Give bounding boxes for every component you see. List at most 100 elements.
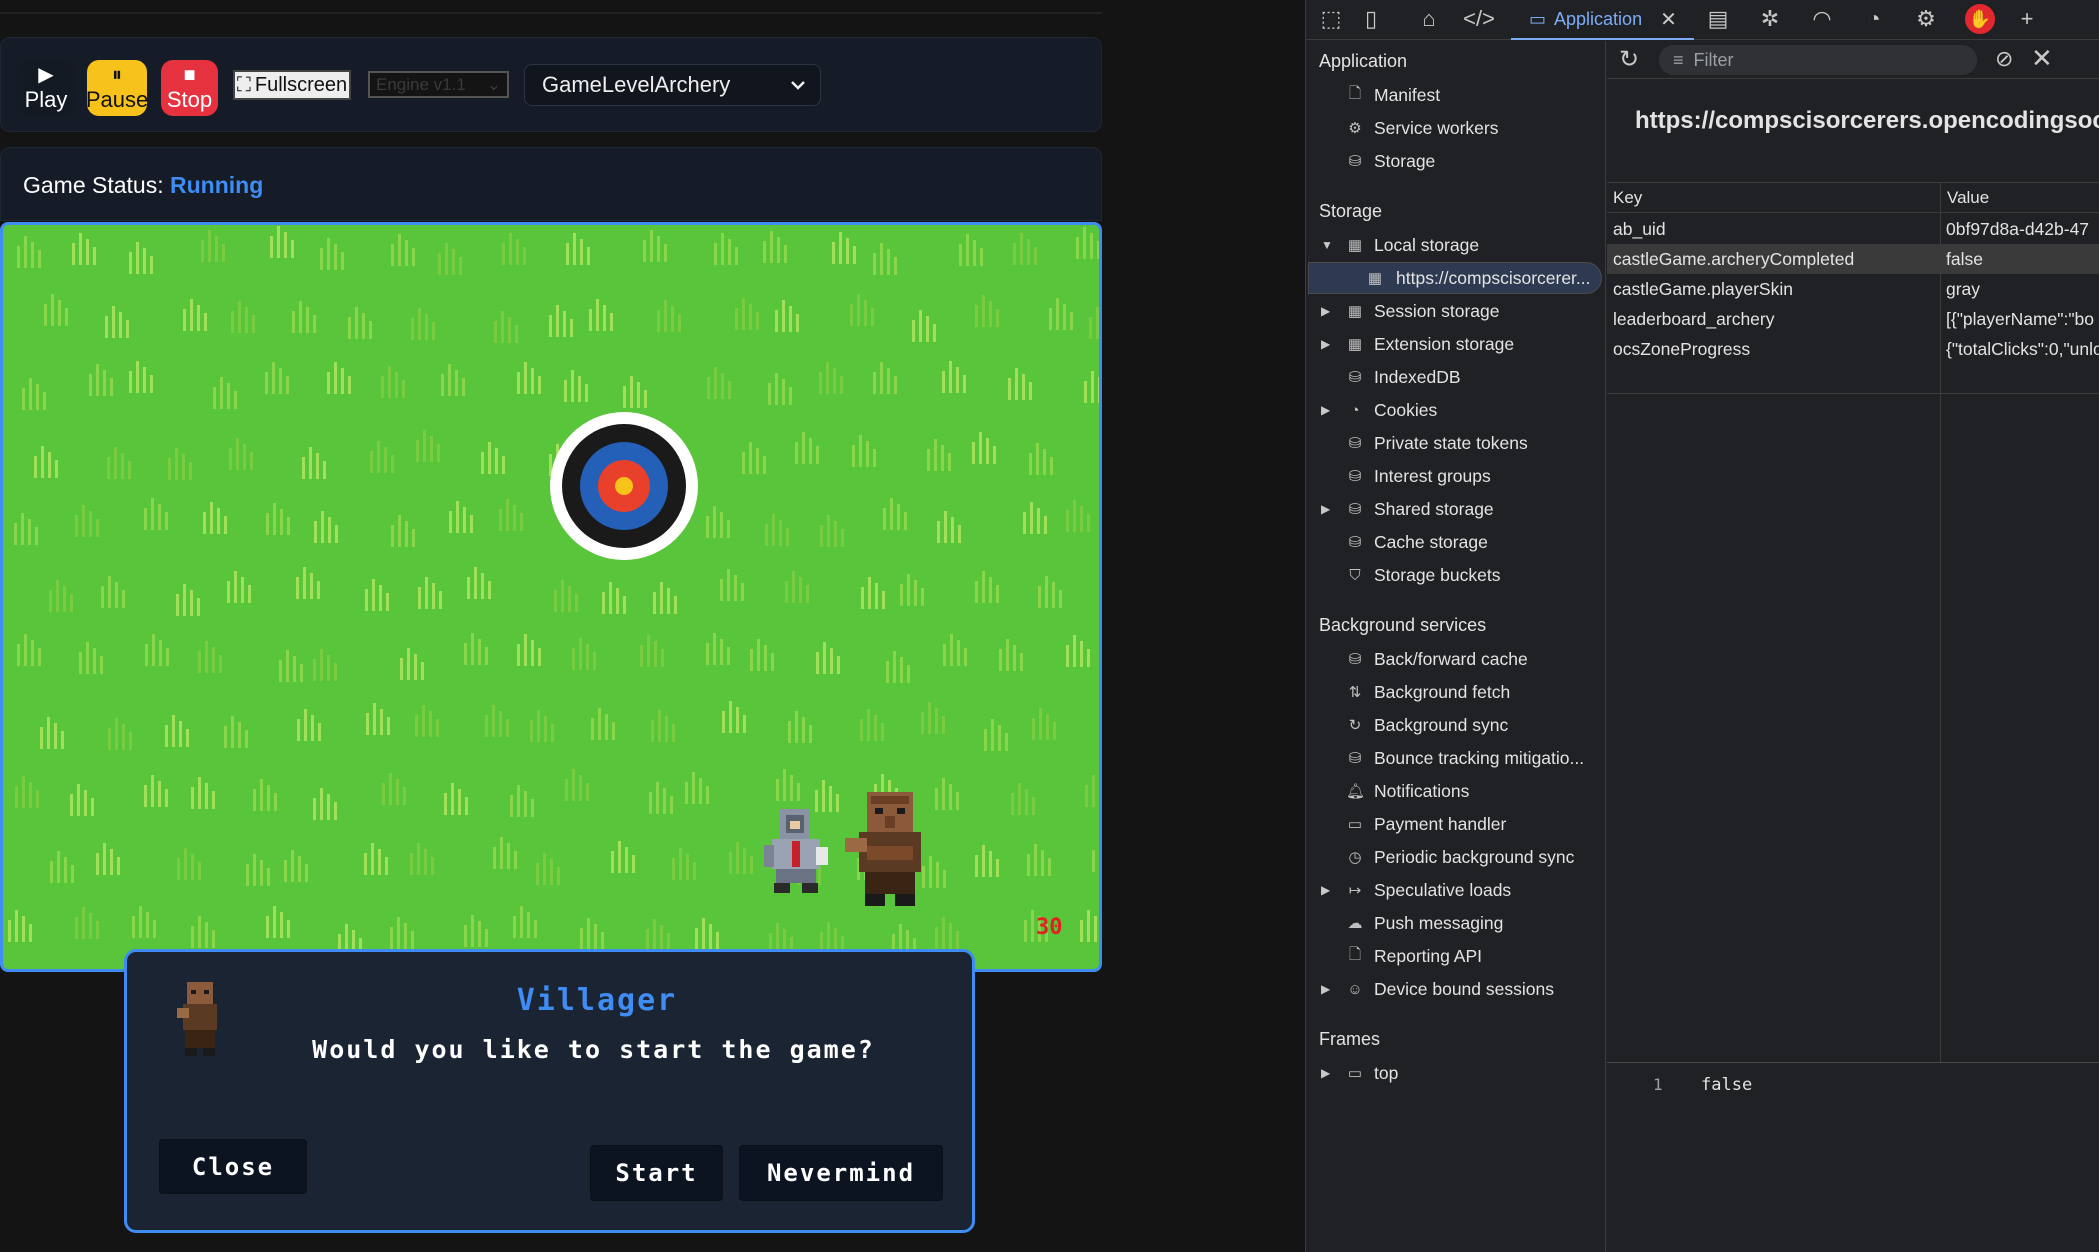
sidebar-item-storage[interactable]: ⛁ Storage (1306, 145, 1604, 177)
sidebar-item-session-storage[interactable]: ▶ ▦ Session storage (1306, 295, 1604, 327)
grass-blade (1030, 502, 1033, 534)
start-button[interactable]: Start (590, 1145, 723, 1201)
sidebar-item-indexeddb[interactable]: ⛁ IndexedDB (1306, 361, 1604, 393)
sidebar-item-payment-handler[interactable]: ▭ Payment handler (1306, 808, 1604, 840)
devtools-panel: ⬚ ▯ ⌂ </> ▭ Application ✕ ▤ ✲ ◠ ◔ ⚙ ✋ + … (1305, 0, 2099, 1252)
grass-blade (43, 392, 46, 410)
grass-blade (129, 371, 132, 393)
grass-blade (485, 647, 488, 665)
elements-icon[interactable]: </> (1463, 4, 1495, 34)
game-canvas[interactable]: 30 (0, 222, 1102, 972)
wifi-icon[interactable]: ◠ (1807, 4, 1837, 34)
chevron-right-icon[interactable]: ▶ (1321, 502, 1330, 516)
table-row[interactable]: ocsZoneProgress {"totalClicks":0,"unlo (1607, 334, 2099, 364)
grass-blade (1020, 233, 1023, 265)
grass-blade (317, 581, 320, 599)
chevron-right-icon[interactable]: ▶ (1321, 304, 1330, 318)
grass-blade (1037, 508, 1040, 534)
clear-all-icon[interactable]: ⊘ (1995, 46, 2013, 72)
chevron-right-icon[interactable]: ▶ (1321, 403, 1330, 417)
sidebar-item-periodic-background-sync[interactable]: ◷ Periodic background sync (1306, 841, 1604, 873)
grass-blade (481, 573, 484, 599)
sidebar-item-local-storage-origin[interactable]: ▦ https://compscisorcerer... (1308, 262, 1602, 294)
sidebar-item-speculative-loads[interactable]: ▶ ↦ Speculative loads (1306, 874, 1604, 906)
chevron-right-icon[interactable]: ▶ (1321, 883, 1330, 897)
villager-npc[interactable] (841, 790, 941, 910)
sidebar-item-interest-groups[interactable]: ⛁ Interest groups (1306, 460, 1604, 492)
performance-icon[interactable]: ◔ (1859, 4, 1889, 34)
stop-button[interactable]: ■ Stop (161, 60, 218, 116)
table-row-selected[interactable]: castleGame.archeryCompleted false (1607, 244, 2099, 274)
gear-icon[interactable]: ⚙ (1911, 4, 1941, 34)
sidebar-item-background-fetch[interactable]: ⇅ Background fetch (1306, 676, 1604, 708)
refresh-icon[interactable]: ↻ (1619, 45, 1639, 74)
level-select[interactable]: GameLevelArchery (524, 64, 821, 106)
stop-hand-icon[interactable]: ✋ (1965, 4, 1995, 34)
column-divider[interactable] (1940, 183, 1941, 1063)
grass-blade (93, 648, 96, 674)
grass-blade (449, 511, 452, 533)
grass-blade (1036, 443, 1039, 475)
sidebar-item-push-messaging[interactable]: ☁ Push messaging (1306, 907, 1604, 939)
sidebar-item-private-state-tokens[interactable]: ⛁ Private state tokens (1306, 427, 1604, 459)
grass-blade (565, 779, 568, 801)
close-button[interactable]: Close (159, 1139, 307, 1194)
grass-blade (1090, 233, 1093, 259)
close-icon[interactable]: ✕ (1660, 7, 1677, 32)
home-icon[interactable]: ⌂ (1414, 4, 1444, 34)
tab-application[interactable]: ▭ Application ✕ (1511, 0, 1694, 40)
grass-blade (775, 373, 778, 405)
chevron-down-icon[interactable]: ▼ (1321, 238, 1333, 252)
sidebar-item-manifest[interactable]: 🗋 Manifest (1306, 79, 1604, 111)
device-toolbar-icon[interactable]: ▯ (1356, 4, 1386, 34)
grass-blade (55, 460, 58, 478)
sidebar-item-notifications[interactable]: 🔔︎ Notifications (1306, 775, 1604, 807)
grass-blade (802, 717, 805, 743)
chevron-right-icon[interactable]: ▶ (1321, 982, 1330, 996)
grass-blade (982, 845, 985, 877)
sidebar-item-device-bound-sessions[interactable]: ▶ ☺ Device bound sessions (1306, 973, 1604, 1005)
table-row[interactable]: castleGame.playerSkin gray (1607, 274, 2099, 304)
sidebar-item-service-workers[interactable]: ⚙ Service workers (1306, 112, 1604, 144)
grass-blade (1020, 653, 1023, 671)
archery-target[interactable] (548, 410, 700, 562)
grass-blade (298, 856, 301, 882)
grass-blade (586, 644, 589, 670)
chevron-right-icon[interactable]: ▶ (1321, 1066, 1330, 1080)
grass-blade (22, 776, 25, 808)
inspect-element-icon[interactable]: ⬚ (1316, 4, 1346, 34)
grass-blade (407, 648, 410, 680)
sidebar-item-background-sync[interactable]: ↻ Background sync (1306, 709, 1604, 741)
bug-icon[interactable]: ✲ (1755, 4, 1785, 34)
grass-blade (236, 438, 239, 470)
sidebar-item-cache-storage[interactable]: ⛁ Cache storage (1306, 526, 1604, 558)
fullscreen-button[interactable]: ⛶ Fullscreen (233, 70, 351, 100)
grass-blade (517, 785, 520, 817)
delete-selected-icon[interactable]: ✕ (2031, 43, 2053, 74)
nevermind-button[interactable]: Nevermind (739, 1145, 943, 1201)
grass-blade (772, 514, 775, 546)
grass-blade (96, 519, 99, 537)
sidebar-item-local-storage[interactable]: ▼ ▦ Local storage (1306, 229, 1604, 261)
sidebar-item-shared-storage[interactable]: ▶ ⛁ Shared storage (1306, 493, 1604, 525)
sidebar-item-bounce-tracking[interactable]: ⛁ Bounce tracking mitigatio... (1306, 742, 1604, 774)
add-tab-icon[interactable]: + (2012, 4, 2042, 34)
column-header-value[interactable]: Value (1941, 183, 2099, 213)
play-button[interactable]: ▶ Play (17, 60, 75, 116)
engine-select[interactable]: Engine v1.1 ⌄ (368, 71, 509, 98)
sidebar-item-frame-top[interactable]: ▶ ▭ top (1306, 1057, 1604, 1089)
sidebar-item-cookies[interactable]: ▶ ◔ Cookies (1306, 394, 1604, 426)
console-icon[interactable]: ▤ (1703, 4, 1733, 34)
sidebar-item-back-forward-cache[interactable]: ⛁ Back/forward cache (1306, 643, 1604, 675)
sidebar-item-storage-buckets[interactable]: ⛉ Storage buckets (1306, 559, 1604, 591)
grass-blade (253, 854, 256, 886)
pause-button[interactable]: ⏸ Pause (87, 60, 147, 116)
table-row[interactable]: ab_uid 0bf97d8a-d42b-47 (1607, 214, 2099, 244)
sidebar-item-reporting-api[interactable]: 🗋 Reporting API (1306, 940, 1604, 972)
filter-input[interactable]: ≡ Filter (1659, 45, 1977, 75)
column-header-key[interactable]: Key (1607, 183, 1940, 213)
table-row[interactable]: leaderboard_archery [{"playerName":"bo (1607, 304, 2099, 334)
chevron-right-icon[interactable]: ▶ (1321, 337, 1330, 351)
grass-blade (369, 321, 372, 339)
sidebar-item-extension-storage[interactable]: ▶ ▦ Extension storage (1306, 328, 1604, 360)
